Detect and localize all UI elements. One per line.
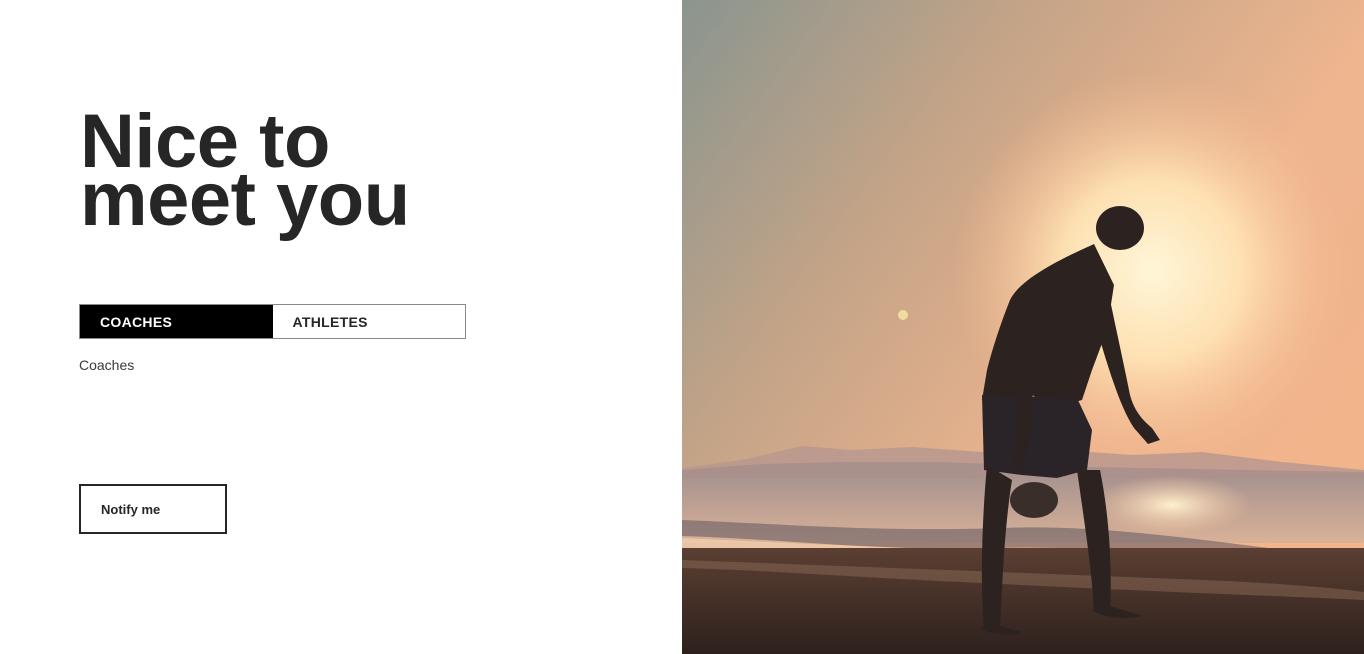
left-panel: Nice to meet you COACHES ATHLETES Coache… [0,0,682,654]
tab-coaches[interactable]: COACHES [80,305,273,338]
tab-athletes[interactable]: ATHLETES [272,305,465,338]
beach-sunset-image [682,0,1364,654]
selected-audience-text: Coaches [79,357,135,373]
page-headline: Nice to meet you [80,104,410,242]
hero-photo [682,0,1364,654]
notify-me-button[interactable]: Notify me [79,484,227,534]
audience-toggle: COACHES ATHLETES [79,304,466,339]
headline-line-2: meet you [80,157,410,242]
